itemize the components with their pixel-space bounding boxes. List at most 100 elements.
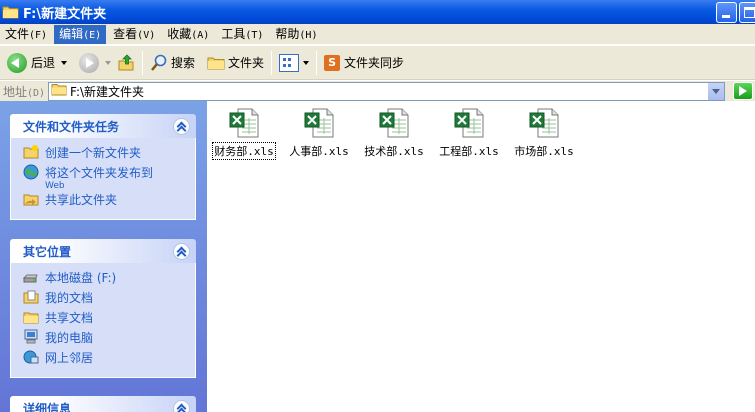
file-item[interactable]: 工程部.xls <box>434 107 504 159</box>
excel-file-icon <box>378 107 410 139</box>
go-button[interactable] <box>733 82 753 100</box>
menu-favorites-accel: (A) <box>191 29 210 41</box>
collapse-icon[interactable] <box>173 242 190 260</box>
file-name: 财务部.xls <box>212 142 276 160</box>
toolbar-separator <box>316 50 318 75</box>
new-folder-icon <box>23 144 39 160</box>
file-tasks-header[interactable]: 文件和文件夹任务 <box>10 114 196 138</box>
back-arrow-icon <box>7 52 27 73</box>
address-label-accel: (D) <box>27 87 46 99</box>
forward-button[interactable] <box>76 49 114 77</box>
folder-icon <box>2 5 19 19</box>
hard-drive-icon <box>22 269 39 285</box>
file-name: 技术部.xls <box>364 145 424 158</box>
file-tasks-title: 文件和文件夹任务 <box>23 119 120 134</box>
maximize-button[interactable] <box>739 2 755 23</box>
views-icon <box>279 53 300 72</box>
task-pane: 文件和文件夹任务 创建一个新文件夹 将这个文件夹发布到 Web 共享此文件夹 其… <box>0 101 207 412</box>
search-icon <box>150 54 168 72</box>
forward-arrow-icon <box>79 52 100 73</box>
folder-sync-button[interactable]: S 文件夹同步 <box>321 49 407 77</box>
menu-edit-label: 编辑 <box>59 26 84 41</box>
menu-tools[interactable]: 工具(T) <box>216 25 268 44</box>
shared-documents-icon <box>23 309 39 325</box>
back-dropdown-icon[interactable] <box>61 60 68 65</box>
folders-icon <box>207 56 225 70</box>
task-new-folder[interactable]: 创建一个新文件夹 <box>23 144 195 164</box>
menu-bar: 文件(F) 编辑(E) 查看(V) 收藏(A) 工具(T) 帮助(H) <box>0 24 755 45</box>
excel-file-icon <box>528 107 560 139</box>
task-publish-web[interactable]: 将这个文件夹发布到 Web <box>23 164 195 191</box>
menu-edit[interactable]: 编辑(E) <box>54 24 107 44</box>
details-title: 详细信息 <box>23 401 72 412</box>
excel-file-icon <box>453 107 485 139</box>
place-my-documents-label: 我的文档 <box>45 291 94 305</box>
place-local-disk-label: 本地磁盘 (F:) <box>45 271 117 285</box>
menu-file-label: 文件 <box>5 26 30 41</box>
menu-tools-accel: (T) <box>245 29 264 41</box>
globe-icon <box>23 164 39 180</box>
other-places-header[interactable]: 其它位置 <box>10 239 196 263</box>
search-button[interactable]: 搜索 <box>147 49 198 77</box>
menu-favorites-label: 收藏 <box>167 26 192 41</box>
file-name: 人事部.xls <box>289 145 349 158</box>
excel-file-icon <box>228 107 260 139</box>
my-documents-icon <box>23 289 39 305</box>
details-panel: 详细信息 <box>10 396 196 412</box>
place-my-computer[interactable]: 我的电脑 <box>23 329 195 349</box>
file-list: 财务部.xls 人事部.xls 技术部.xls 工程部.xls 市场部.xls <box>207 101 755 412</box>
toolbar-separator <box>271 50 273 75</box>
back-button[interactable]: 后退 <box>4 49 70 77</box>
menu-view-accel: (V) <box>137 29 156 41</box>
minimize-button[interactable] <box>716 2 737 23</box>
file-item[interactable]: 技术部.xls <box>359 107 429 159</box>
address-input[interactable]: F:\新建文件夹 <box>48 81 725 101</box>
other-places-body: 本地磁盘 (F:) 我的文档 共享文档 我的电脑 网上邻居 <box>10 263 196 378</box>
menu-help[interactable]: 帮助(H) <box>270 25 322 44</box>
file-tasks-body: 创建一个新文件夹 将这个文件夹发布到 Web 共享此文件夹 <box>10 138 196 220</box>
other-places-panel: 其它位置 本地磁盘 (F:) 我的文档 共享文档 我的电脑 网上邻居 <box>10 239 196 378</box>
toolbar: 后退 搜索 文件夹 S 文件夹同步 <box>0 46 755 80</box>
toolbar-separator <box>142 50 144 75</box>
task-publish-web-sub: Web <box>45 181 65 191</box>
place-local-disk[interactable]: 本地磁盘 (F:) <box>22 269 195 289</box>
other-places-title: 其它位置 <box>23 244 72 259</box>
window-title: F:\新建文件夹 <box>23 6 107 22</box>
file-item[interactable]: 财务部.xls <box>209 107 279 160</box>
up-folder-icon <box>117 53 135 72</box>
task-publish-web-label: 将这个文件夹发布到 <box>45 166 154 180</box>
address-value: F:\新建文件夹 <box>70 84 145 99</box>
task-share-folder-label: 共享此文件夹 <box>45 193 118 207</box>
sync-icon: S <box>324 54 341 71</box>
menu-file[interactable]: 文件(F) <box>0 25 52 44</box>
network-icon <box>23 349 39 365</box>
menu-view[interactable]: 查看(V) <box>108 25 160 44</box>
file-tasks-panel: 文件和文件夹任务 创建一个新文件夹 将这个文件夹发布到 Web 共享此文件夹 <box>10 114 196 220</box>
title-bar: F:\新建文件夹 <box>0 0 755 24</box>
menu-edit-accel: (E) <box>83 29 102 41</box>
place-network[interactable]: 网上邻居 <box>23 349 195 369</box>
up-button[interactable] <box>114 49 138 77</box>
folders-button[interactable]: 文件夹 <box>204 49 267 77</box>
maximize-icon <box>744 7 755 18</box>
forward-dropdown-icon[interactable] <box>105 60 112 65</box>
task-new-folder-label: 创建一个新文件夹 <box>45 146 142 160</box>
place-my-documents[interactable]: 我的文档 <box>23 289 195 309</box>
address-label: 地址(D) <box>0 83 48 100</box>
place-shared-documents[interactable]: 共享文档 <box>23 309 195 329</box>
views-button[interactable] <box>276 49 312 77</box>
file-item[interactable]: 人事部.xls <box>284 107 354 159</box>
task-publish-web-text: 将这个文件夹发布到 Web <box>45 164 153 191</box>
collapse-icon[interactable] <box>173 117 190 135</box>
back-label: 后退 <box>31 56 56 70</box>
address-dropdown-icon[interactable] <box>707 82 724 100</box>
file-name: 市场部.xls <box>514 145 574 158</box>
collapse-icon[interactable] <box>173 399 190 412</box>
details-header[interactable]: 详细信息 <box>10 396 196 412</box>
file-item[interactable]: 市场部.xls <box>509 107 579 159</box>
menu-favorites[interactable]: 收藏(A) <box>162 25 214 44</box>
views-dropdown-icon[interactable] <box>303 60 310 65</box>
task-share-folder[interactable]: 共享此文件夹 <box>23 191 195 211</box>
search-label: 搜索 <box>171 56 196 70</box>
place-network-label: 网上邻居 <box>45 351 94 365</box>
